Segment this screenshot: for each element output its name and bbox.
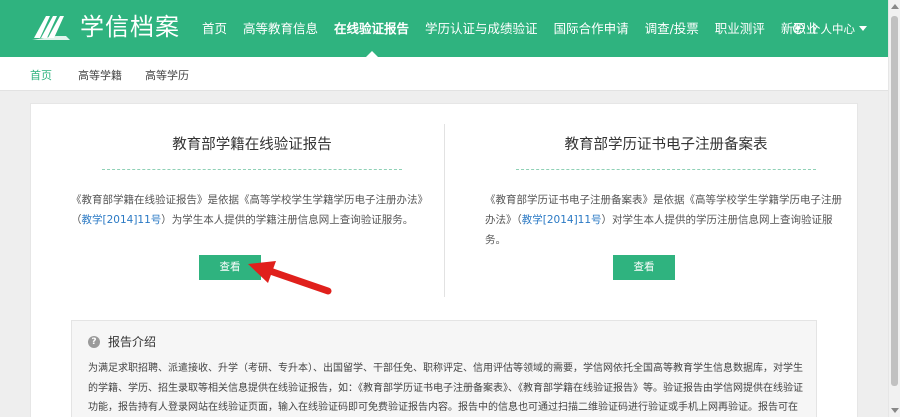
subnav-home[interactable]: 首页 bbox=[30, 67, 52, 83]
user-center-label: 个人中心 bbox=[809, 21, 855, 36]
nav-career-assessment[interactable]: 职业测评 bbox=[715, 0, 765, 57]
page-scrollbar[interactable] bbox=[888, 0, 900, 417]
enrollment-report-title: 教育部学籍在线验证报告 bbox=[172, 137, 332, 153]
report-intro-title: 报告介绍 bbox=[108, 335, 157, 349]
report-intro-box: ? 报告介绍 为满足求职招聘、派遣接收、升学（考研、专升本）、出国留学、干部任免… bbox=[71, 320, 817, 417]
logo-book-icon bbox=[32, 16, 70, 40]
degree-record-desc: 《教育部学历证书电子注册备案表》是依据《高等学校学生学籍学历电子注册办法》（教学… bbox=[485, 194, 842, 246]
nav-online-verification-report[interactable]: 在线验证报告 bbox=[334, 0, 409, 57]
nav-home[interactable]: 首页 bbox=[202, 0, 227, 57]
title-underline bbox=[102, 169, 402, 170]
regulation-link[interactable]: 教学[2014]11号 bbox=[82, 214, 162, 226]
user-center-menu[interactable]: 个人中心 bbox=[793, 0, 867, 57]
scroll-thumb[interactable] bbox=[891, 16, 898, 386]
red-arrow-annotation bbox=[248, 261, 332, 295]
user-icon bbox=[793, 23, 804, 34]
subnav-higher-enrollment[interactable]: 高等学籍 bbox=[78, 67, 122, 83]
site-logo[interactable]: 学信档案 bbox=[32, 12, 180, 42]
title-underline bbox=[516, 169, 816, 170]
degree-record-panel: 教育部学历证书电子注册备案表 《教育部学历证书电子注册备案表》是依据《高等学校学… bbox=[481, 104, 851, 280]
nav-degree-certification[interactable]: 学历认证与成绩验证 bbox=[425, 0, 538, 57]
regulation-link[interactable]: 教学[2014]11号 bbox=[522, 214, 602, 226]
report-intro-text: 为满足求职招聘、派遣接收、升学（考研、专升本）、出国留学、干部任免、职称评定、信… bbox=[88, 363, 803, 413]
scroll-down-icon[interactable] bbox=[891, 408, 899, 413]
logo-text: 学信档案 bbox=[80, 13, 180, 41]
nav-higher-education-info[interactable]: 高等教育信息 bbox=[243, 0, 318, 57]
view-degree-record-button[interactable]: 查看 bbox=[613, 255, 675, 280]
enrollment-report-panel: 教育部学籍在线验证报告 《教育部学籍在线验证报告》是依据《高等学校学生学籍学历电… bbox=[67, 104, 437, 280]
nav-survey-vote[interactable]: 调查/投票 bbox=[645, 0, 699, 57]
report-intro-heading: ? 报告介绍 bbox=[88, 333, 156, 350]
column-divider bbox=[444, 124, 445, 297]
enrollment-report-desc: 《教育部学籍在线验证报告》是依据《高等学校学生学籍学历电子注册办法》（教学[20… bbox=[71, 194, 428, 226]
sub-nav: 首页 高等学籍 高等学历 bbox=[0, 57, 888, 91]
top-navbar: 学信档案 首页 高等教育信息 在线验证报告 学历认证与成绩验证 国际合作申请 调… bbox=[0, 0, 888, 57]
subnav-higher-degree[interactable]: 高等学历 bbox=[145, 67, 189, 83]
scroll-up-icon[interactable] bbox=[891, 4, 899, 9]
question-icon: ? bbox=[88, 335, 100, 348]
nav-international-cooperation[interactable]: 国际合作申请 bbox=[554, 0, 629, 57]
main-nav: 首页 高等教育信息 在线验证报告 学历认证与成绩验证 国际合作申请 调查/投票 … bbox=[202, 0, 834, 57]
degree-record-title: 教育部学历证书电子注册备案表 bbox=[564, 137, 768, 153]
chevron-down-icon bbox=[859, 26, 867, 31]
